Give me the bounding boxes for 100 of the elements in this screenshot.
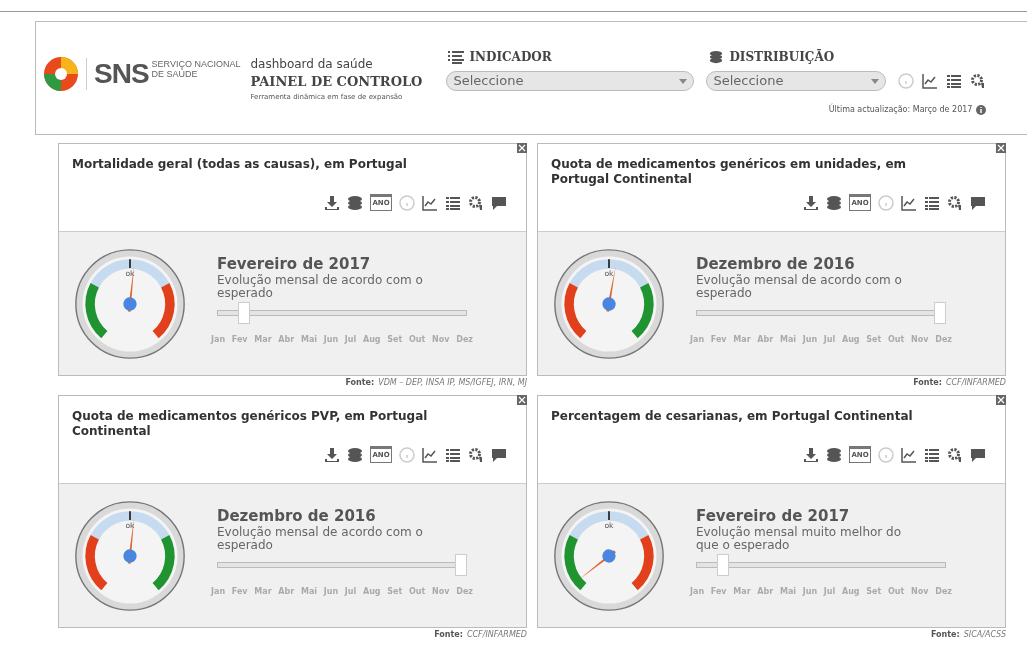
line-chart-icon[interactable] <box>901 446 917 463</box>
logo-text: SNS <box>94 60 149 88</box>
gauge-label: ok <box>604 520 614 530</box>
month-label: Set <box>387 333 403 346</box>
comment-icon[interactable] <box>491 446 507 463</box>
period-title: Dezembro de 2016 <box>217 505 377 526</box>
source-text: CCF/INFARMED <box>945 376 1006 389</box>
month-label: Nov <box>432 333 450 346</box>
layers-icon[interactable] <box>826 446 842 463</box>
table-icon[interactable] <box>924 446 940 463</box>
settings-icon[interactable] <box>468 194 484 211</box>
month-label: Mar <box>733 585 751 598</box>
slider-handle[interactable] <box>238 301 251 324</box>
table-icon[interactable] <box>445 194 461 211</box>
month-label: Mai <box>300 585 318 598</box>
month-label: Jun <box>802 333 818 346</box>
close-button[interactable] <box>996 143 1006 153</box>
slider-handle[interactable] <box>717 553 730 576</box>
status-text: Evolução mensal de acordo com o esperado <box>217 525 424 552</box>
download-icon[interactable] <box>803 446 819 463</box>
month-slider[interactable] <box>217 553 467 576</box>
source-text: SICA/ACSS <box>963 628 1006 641</box>
gauge-label: ok <box>604 268 614 278</box>
table-icon[interactable] <box>946 73 963 89</box>
status-text: Evolução mensal de acordo com o esperado <box>696 273 903 300</box>
close-button[interactable] <box>517 395 527 405</box>
layers-icon[interactable] <box>347 194 363 211</box>
month-label: Mar <box>733 333 751 346</box>
month-label: Set <box>866 333 882 346</box>
last-update-text: Última actualização: Março de 2017 <box>828 104 973 116</box>
month-label: Abr <box>278 333 295 346</box>
download-icon[interactable] <box>803 194 819 211</box>
source-label: Fonte: <box>930 628 960 641</box>
layers-icon <box>708 50 725 64</box>
close-icon <box>518 396 526 404</box>
month-label: Set <box>387 585 403 598</box>
month-label: Jan <box>211 585 226 598</box>
close-button[interactable] <box>517 143 527 153</box>
month-label: Jul <box>344 585 357 598</box>
close-button[interactable] <box>996 395 1006 405</box>
month-label: Mai <box>779 333 797 346</box>
layers-icon[interactable] <box>347 446 363 463</box>
settings-icon[interactable] <box>947 194 963 211</box>
logo-subtitle: DE SAÚDE <box>151 69 199 79</box>
layers-icon[interactable] <box>826 194 842 211</box>
month-slider[interactable] <box>217 301 467 324</box>
gauge-label: ok <box>125 520 135 530</box>
download-icon[interactable] <box>324 194 340 211</box>
card-title: Mortalidade geral (todas as causas), em Portugal <box>72 157 408 172</box>
app-subtitle: dashboard da saúde <box>250 56 374 72</box>
month-label: Jan <box>690 585 705 598</box>
period-title: Fevereiro de 2017 <box>696 505 851 526</box>
line-chart-icon[interactable] <box>422 194 438 211</box>
close-icon <box>518 144 526 152</box>
download-icon[interactable] <box>324 446 340 463</box>
period-title: Dezembro de 2016 <box>696 253 856 274</box>
month-slider[interactable] <box>696 301 946 324</box>
month-label: Aug <box>842 585 860 598</box>
close-icon <box>997 396 1005 404</box>
line-chart-icon[interactable] <box>422 446 438 463</box>
status-text: Evolução mensal de acordo com o esperado <box>217 273 424 300</box>
month-label: Dez <box>935 333 952 346</box>
month-label: Out <box>409 585 426 598</box>
line-chart-icon[interactable] <box>901 194 917 211</box>
settings-icon[interactable] <box>468 446 484 463</box>
source-text: CCF/INFARMED <box>466 628 527 641</box>
logo-subtitle: SERVIÇO NACIONAL <box>151 59 241 69</box>
month-label: Fev <box>710 333 727 346</box>
month-label: Nov <box>911 585 929 598</box>
source-label: Fonte: <box>345 376 375 389</box>
slider-handle[interactable] <box>934 301 946 324</box>
source-text: VDM – DEP, INSA IP, MS/IGFEJ, IRN, MJ <box>378 376 527 389</box>
month-label: Set <box>866 585 882 598</box>
field-label: INDICADOR <box>469 49 552 66</box>
settings-icon[interactable] <box>970 73 987 89</box>
line-chart-icon[interactable] <box>922 73 939 89</box>
dropdown[interactable]: Seleccione <box>706 71 887 91</box>
field-label: DISTRIBUIÇÃO <box>729 48 835 66</box>
month-label: Out <box>888 585 905 598</box>
slider-handle[interactable] <box>455 553 467 576</box>
gauge-needle <box>579 548 616 579</box>
month-label: Out <box>409 333 426 346</box>
comment-icon[interactable] <box>491 194 507 211</box>
table-icon[interactable] <box>924 194 940 211</box>
info-icon[interactable] <box>976 105 987 115</box>
month-label: Jun <box>802 585 818 598</box>
comment-icon[interactable] <box>970 194 986 211</box>
month-label: Jul <box>823 333 836 346</box>
card-title: Percentagem de cesarianas, em Portugal Continental <box>551 409 914 424</box>
month-label: Mar <box>254 585 272 598</box>
dropdown[interactable]: Seleccione <box>446 71 695 91</box>
settings-icon[interactable] <box>947 446 963 463</box>
month-label: Out <box>888 333 905 346</box>
month-label: Aug <box>363 585 381 598</box>
table-icon[interactable] <box>445 446 461 463</box>
month-label: Abr <box>278 585 295 598</box>
month-label: Fev <box>231 585 248 598</box>
comment-icon[interactable] <box>970 446 986 463</box>
month-label: Fev <box>231 333 248 346</box>
month-slider[interactable] <box>696 553 946 576</box>
